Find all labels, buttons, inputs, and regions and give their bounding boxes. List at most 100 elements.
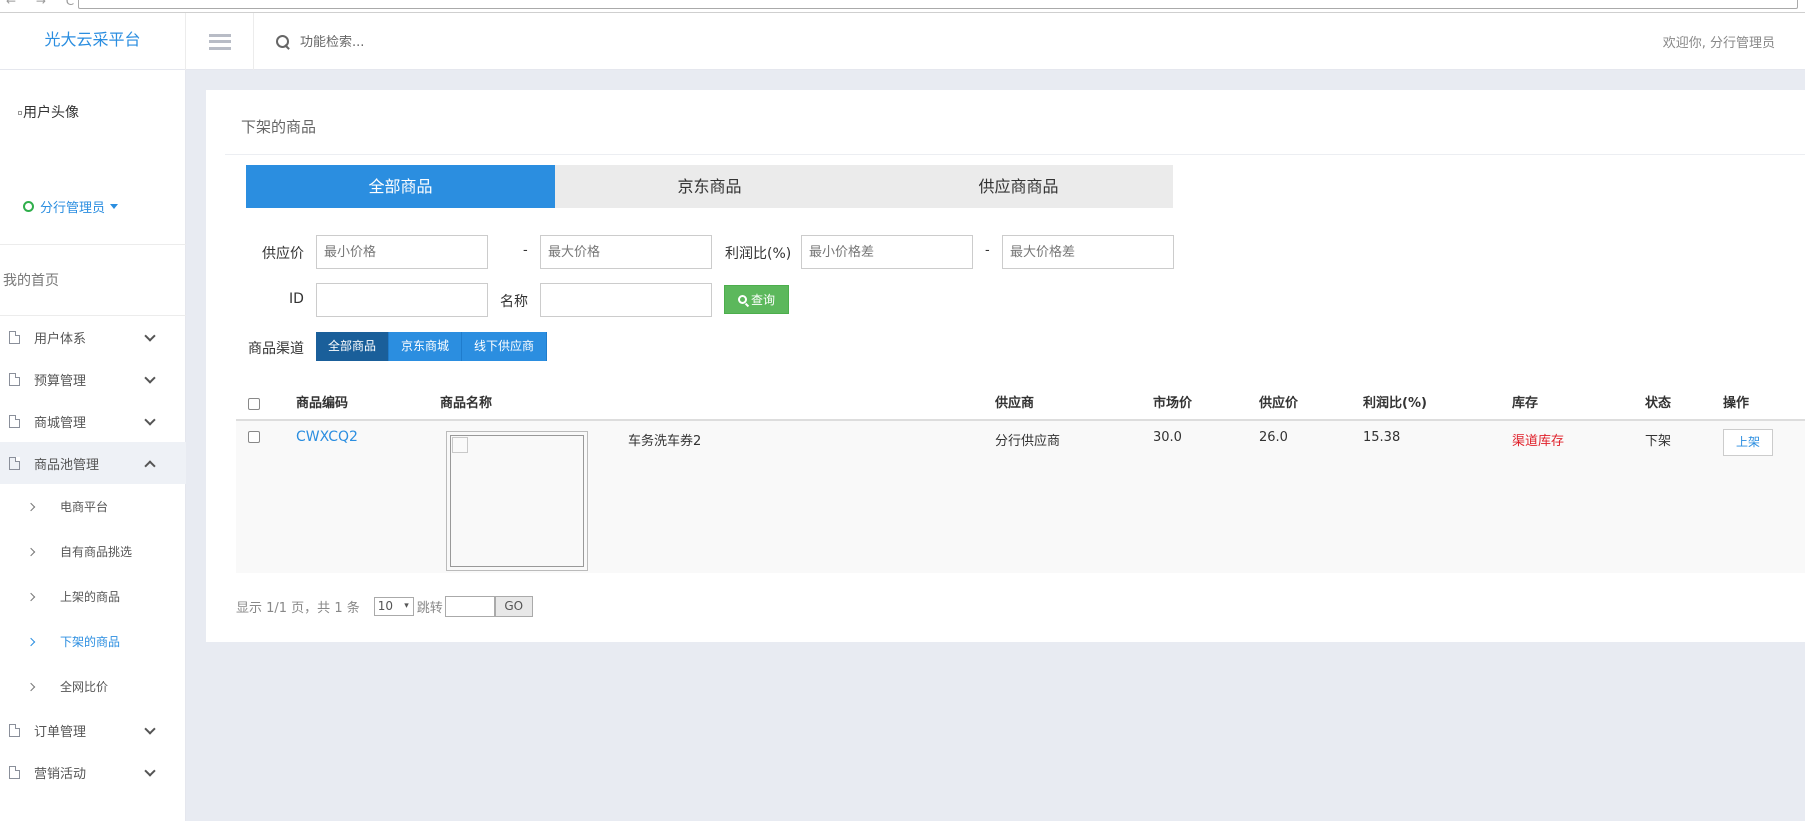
put-on-shelf-button[interactable]: 上架 [1723, 429, 1773, 456]
channel-all-button[interactable]: 全部商品 [316, 332, 390, 361]
page-size-select[interactable]: 10 [373, 597, 414, 616]
user-role-label: 分行管理员 [40, 201, 106, 216]
sidebar-item-orders[interactable]: 订单管理 [0, 709, 186, 751]
col-header-name: 商品名称 [440, 396, 493, 411]
table-row: CWXCQ2 车务洗车券2 分行供应商 30.0 26.0 15.38 渠道库存… [236, 421, 1805, 573]
page-title: 下架的商品 [241, 118, 317, 136]
channel-jd-button[interactable]: 京东商城 [389, 332, 463, 361]
broken-image-icon [18, 111, 22, 115]
list-icon [208, 33, 231, 50]
sidebar-item-home[interactable]: 我的首页 [0, 244, 186, 316]
divider [225, 154, 1805, 155]
platform-logo[interactable]: 光大云采平台 [0, 13, 186, 70]
id-label: ID [289, 291, 304, 307]
caret-down-icon [110, 204, 119, 209]
sidebar-subitem-own-selection[interactable]: 自有商品挑选 [0, 529, 186, 574]
sidebar-nav: 用户体系 预算管理 商城管理 商品池管理 电商平台 自有商品挑选 上架的商品 下… [0, 316, 186, 793]
sidebar-subitem-off-shelf[interactable]: 下架的商品 [0, 619, 186, 664]
col-header-stock: 库存 [1512, 396, 1539, 411]
channel-button-group: 全部商品 京东商城 线下供应商 [316, 332, 548, 361]
min-price-input[interactable] [316, 235, 488, 269]
min-diff-input[interactable] [801, 235, 973, 269]
name-input[interactable] [540, 283, 712, 317]
main-panel: 下架的商品 全部商品 京东商品 供应商商品 供应价 - 利润比(%) - ID … [206, 90, 1805, 642]
avatar: 用户头像 [18, 102, 79, 122]
sidebar-item-product-pool[interactable]: 商品池管理 [0, 442, 186, 484]
sidebar-item-marketing[interactable]: 营销活动 [0, 751, 186, 793]
id-input[interactable] [316, 283, 488, 317]
sidebar-subitem-label: 电商平台 [60, 500, 109, 514]
sidebar-subitem-label: 自有商品挑选 [60, 545, 133, 559]
browser-nav-buttons[interactable]: ← → C [6, 0, 82, 8]
chevron-down-icon [144, 765, 156, 777]
range-dash: - [523, 243, 528, 258]
file-icon [9, 372, 20, 386]
channel-label: 商品渠道 [248, 341, 304, 357]
avatar-alt-text: 用户头像 [23, 105, 79, 121]
supplier-name: 分行供应商 [995, 434, 1061, 449]
col-header-supplier: 供应商 [995, 396, 1035, 411]
chevron-down-icon [144, 723, 156, 735]
product-code-link[interactable]: CWXCQ2 [296, 429, 358, 445]
product-name: 车务洗车券2 [628, 434, 702, 449]
sidebar-item-label: 订单管理 [34, 724, 87, 740]
sidebar-subitem-price-compare[interactable]: 全网比价 [0, 664, 186, 709]
max-diff-input[interactable] [1002, 235, 1174, 269]
sidebar-item-label: 商品池管理 [34, 457, 100, 473]
col-header-profit: 利润比(%) [1363, 396, 1427, 411]
max-price-input[interactable] [540, 235, 712, 269]
tab-all-products[interactable]: 全部商品 [246, 165, 555, 208]
file-icon [9, 765, 20, 779]
chevron-down-icon [144, 372, 156, 384]
product-tabs: 全部商品 京东商品 供应商商品 [246, 165, 1173, 208]
function-search-input[interactable] [300, 34, 520, 50]
go-button[interactable]: GO [494, 596, 533, 617]
shelf-status: 下架 [1645, 434, 1672, 449]
sidebar-item-label: 用户体系 [34, 331, 87, 347]
chevron-right-icon [26, 592, 36, 601]
chevron-down-icon [144, 330, 156, 342]
col-header-code: 商品编码 [296, 396, 349, 411]
row-checkbox[interactable] [248, 431, 260, 443]
top-header: 光大云采平台 欢迎你, 分行管理员 [0, 13, 1805, 70]
page-jump-input[interactable] [444, 596, 495, 617]
supply-price-label: 供应价 [262, 246, 304, 262]
channel-offline-button[interactable]: 线下供应商 [462, 332, 548, 361]
range-dash: - [985, 243, 990, 258]
sidebar-subitem-ecommerce[interactable]: 电商平台 [0, 484, 186, 529]
broken-image-icon [450, 435, 584, 567]
query-button[interactable]: 查询 [724, 285, 789, 314]
sidebar: 用户头像 分行管理员 我的首页 用户体系 预算管理 商城管理 商品池管理 电商平… [0, 70, 186, 821]
chevron-right-icon [26, 637, 36, 646]
browser-toolbar: ← → C [0, 0, 1805, 13]
table-header: 商品编码 商品名称 供应商 市场价 供应价 利润比(%) 库存 状态 操作 [236, 384, 1805, 421]
select-all-checkbox[interactable] [248, 398, 260, 410]
sidebar-item-mall[interactable]: 商城管理 [0, 400, 186, 442]
search-icon [276, 35, 290, 49]
col-header-status: 状态 [1645, 396, 1672, 411]
file-icon [9, 414, 20, 428]
user-role-dropdown[interactable]: 分行管理员 [23, 197, 119, 216]
file-icon [9, 723, 20, 737]
function-search [276, 31, 520, 53]
menu-toggle-button[interactable] [186, 13, 254, 70]
profit-ratio-label: 利润比(%) [725, 246, 792, 262]
chevron-right-icon [26, 502, 36, 511]
sidebar-item-budget[interactable]: 预算管理 [0, 358, 186, 400]
sidebar-subitem-label: 下架的商品 [60, 635, 121, 649]
file-icon [9, 456, 20, 470]
sidebar-item-label: 预算管理 [34, 373, 87, 389]
address-bar[interactable] [78, 0, 1798, 9]
sidebar-item-user-system[interactable]: 用户体系 [0, 316, 186, 358]
chevron-down-icon [144, 414, 156, 426]
market-price: 30.0 [1153, 430, 1182, 445]
tab-supplier-products[interactable]: 供应商商品 [864, 165, 1173, 208]
col-header-action: 操作 [1723, 396, 1750, 411]
sidebar-subitem-on-shelf[interactable]: 上架的商品 [0, 574, 186, 619]
tab-jd-products[interactable]: 京东商品 [555, 165, 864, 208]
col-header-market-price: 市场价 [1153, 396, 1193, 411]
sidebar-subitem-label: 上架的商品 [60, 590, 121, 604]
name-label: 名称 [500, 294, 528, 310]
supply-price: 26.0 [1259, 430, 1288, 445]
chevron-right-icon [26, 547, 36, 556]
